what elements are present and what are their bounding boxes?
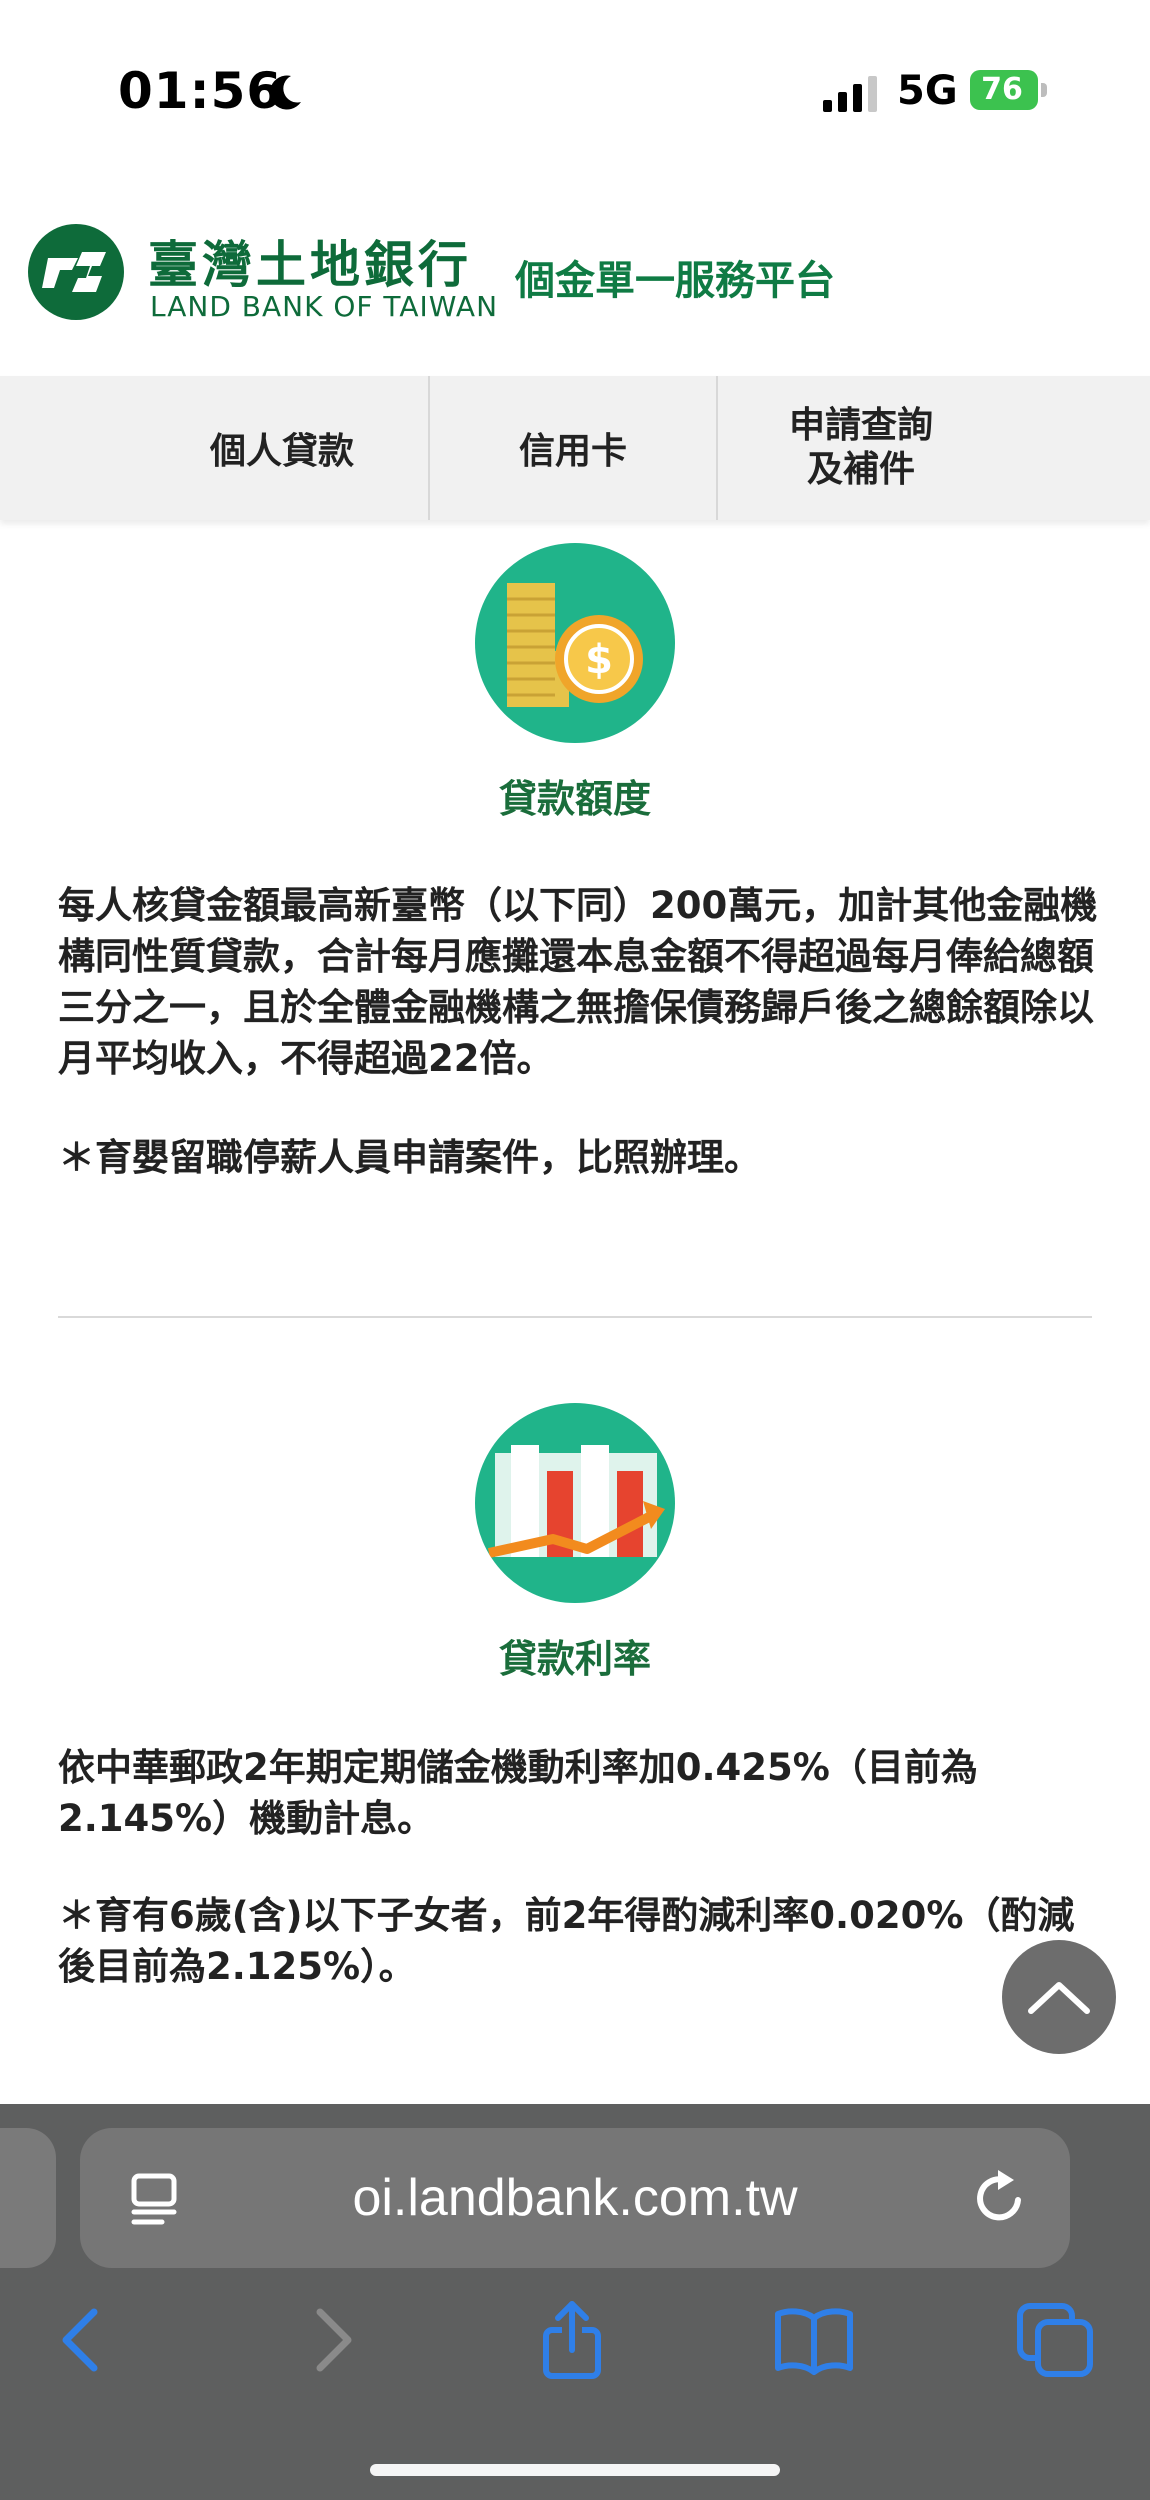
land-bank-logo-icon[interactable] [26,222,126,322]
loan-rate-note: ＊育有6歲(含)以下子女者，前2年得酌減利率0.020%（酌減後目前為2.125… [58,1894,1075,1988]
platform-title[interactable]: 個金單一服務平台 [515,248,835,306]
bank-name-english: LAND BANK OF TAIWAN [150,290,499,323]
signal-icon [823,76,877,112]
status-time: 01:56 [118,62,283,120]
moon-icon [269,75,301,110]
scroll-to-top-button[interactable] [1002,1940,1116,2054]
page-menu-icon[interactable] [128,2172,184,2228]
share-icon[interactable] [532,2300,612,2380]
bank-name-chinese: 臺灣土地銀行 [148,235,472,294]
back-arrow-icon[interactable] [42,2300,122,2380]
home-indicator[interactable] [370,2464,780,2476]
menu-item-credit-card[interactable]: 信用卡 [430,376,716,520]
main-menu: 個人貸款 信用卡 申請查詢 及補件 [0,376,1150,520]
reload-icon[interactable] [970,2168,1030,2228]
address-bar[interactable]: oi.landbank.com.tw [80,2128,1070,2268]
menu-item-personal-loan[interactable]: 個人貸款 [0,376,428,520]
loan-rate-description: 依中華郵政2年期定期儲金機動利率加0.425%（目前為2.145%）機動計息。 [58,1746,978,1840]
section-title-loan-rate: 貸款利率 [498,1637,651,1681]
section-title-loan-amount: 貸款額度 [498,777,651,821]
bar-chart-icon [475,1403,675,1603]
bookmarks-icon[interactable] [774,2300,854,2380]
previous-tab-preview[interactable] [0,2128,56,2268]
tabs-icon[interactable] [1016,2300,1096,2380]
menu-item-application-inquiry[interactable]: 申請查詢 及補件 [718,376,1004,520]
forward-arrow-icon[interactable] [292,2300,372,2380]
section-divider [58,1316,1092,1318]
chevron-up-icon [1028,1982,1090,2014]
battery-level: 76 [981,72,1023,107]
status-bar: 01:56 5G 76 [0,0,1150,190]
loan-amount-description: 每人核貸金額最高新臺幣（以下同）200萬元，加計其他金融機構同性質貸款，合計每月… [58,884,1098,1080]
loan-amount-note: ＊育嬰留職停薪人員申請案件，比照辦理。 [58,1136,761,1179]
url-text[interactable]: oi.landbank.com.tw [230,2128,920,2268]
svg-text:$: $ [585,637,613,683]
coins-icon: $ [475,543,675,743]
battery-icon: 76 [970,70,1050,110]
network-type: 5G [897,68,958,114]
